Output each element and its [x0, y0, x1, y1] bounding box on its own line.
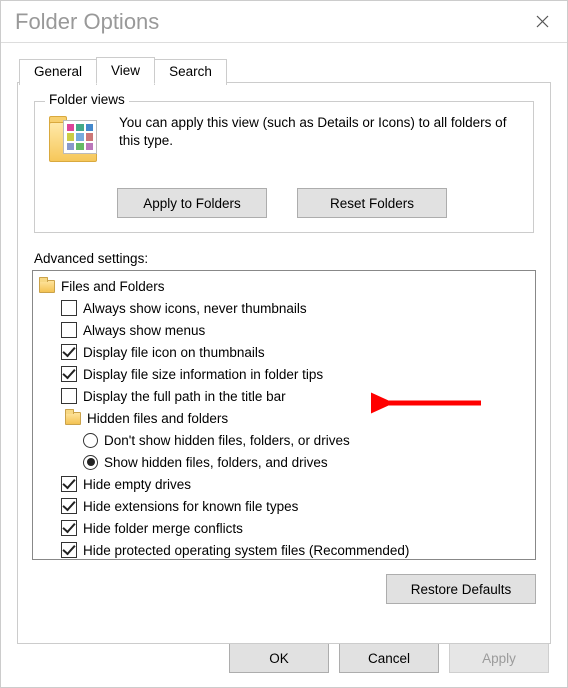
tree-group-label: Hidden files and folders	[87, 411, 228, 426]
checkbox-icon[interactable]	[61, 344, 77, 360]
checkbox-icon[interactable]	[61, 520, 77, 536]
option-display-full-path-in-title-bar[interactable]: Display the full path in the title bar	[35, 385, 533, 407]
checkbox-icon[interactable]	[61, 476, 77, 492]
option-label: Hide protected operating system files (R…	[83, 543, 409, 558]
folder-icon	[65, 412, 81, 425]
option-always-show-icons[interactable]: Always show icons, never thumbnails	[35, 297, 533, 319]
cancel-button[interactable]: Cancel	[339, 643, 439, 673]
checkbox-icon[interactable]	[61, 388, 77, 404]
folder-icon	[39, 280, 55, 293]
titlebar: Folder Options	[1, 1, 567, 43]
radio-icon[interactable]	[83, 433, 98, 448]
checkbox-icon[interactable]	[61, 498, 77, 514]
close-icon	[536, 15, 549, 28]
folder-views-group: Folder views You can apply this view (su…	[34, 101, 534, 233]
option-hide-protected-os-files[interactable]: Hide protected operating system files (R…	[35, 539, 533, 560]
option-label: Display file icon on thumbnails	[83, 345, 265, 360]
folder-views-description: You can apply this view (such as Details…	[119, 114, 521, 178]
tab-panel-view: Folder views You can apply this view (su…	[17, 82, 551, 644]
option-display-file-icon-on-thumbnails[interactable]: Display file icon on thumbnails	[35, 341, 533, 363]
apply-button[interactable]: Apply	[449, 643, 549, 673]
option-label: Don't show hidden files, folders, or dri…	[104, 433, 350, 448]
restore-defaults-button[interactable]: Restore Defaults	[386, 574, 536, 604]
option-label: Hide extensions for known file types	[83, 499, 298, 514]
folder-views-legend: Folder views	[45, 92, 129, 107]
close-button[interactable]	[517, 1, 567, 43]
ok-button[interactable]: OK	[229, 643, 329, 673]
option-display-file-size-info[interactable]: Display file size information in folder …	[35, 363, 533, 385]
option-label: Display file size information in folder …	[83, 367, 323, 382]
tree-group-files-and-folders: Files and Folders	[35, 275, 533, 297]
option-label: Hide empty drives	[83, 477, 191, 492]
option-show-hidden[interactable]: Show hidden files, folders, and drives	[35, 451, 533, 473]
reset-folders-button[interactable]: Reset Folders	[297, 188, 447, 218]
dialog-buttons: OK Cancel Apply	[229, 643, 549, 673]
advanced-settings-label: Advanced settings:	[34, 251, 536, 266]
apply-to-folders-button[interactable]: Apply to Folders	[117, 188, 267, 218]
option-label: Always show menus	[83, 323, 205, 338]
tree-group-label: Files and Folders	[61, 279, 165, 294]
tab-view[interactable]: View	[96, 57, 155, 84]
option-hide-extensions[interactable]: Hide extensions for known file types	[35, 495, 533, 517]
folder-views-icon	[49, 116, 107, 174]
tab-search[interactable]: Search	[154, 59, 227, 85]
option-label: Hide folder merge conflicts	[83, 521, 243, 536]
option-label: Show hidden files, folders, and drives	[104, 455, 328, 470]
tab-general[interactable]: General	[19, 59, 97, 85]
option-dont-show-hidden[interactable]: Don't show hidden files, folders, or dri…	[35, 429, 533, 451]
checkbox-icon[interactable]	[61, 322, 77, 338]
option-hide-empty-drives[interactable]: Hide empty drives	[35, 473, 533, 495]
checkbox-icon[interactable]	[61, 366, 77, 382]
option-label: Display the full path in the title bar	[83, 389, 286, 404]
option-label: Always show icons, never thumbnails	[83, 301, 307, 316]
window-title: Folder Options	[15, 9, 159, 35]
checkbox-icon[interactable]	[61, 542, 77, 558]
radio-icon[interactable]	[83, 455, 98, 470]
option-hide-folder-merge-conflicts[interactable]: Hide folder merge conflicts	[35, 517, 533, 539]
checkbox-icon[interactable]	[61, 300, 77, 316]
tree-group-hidden-files: Hidden files and folders	[35, 407, 533, 429]
tab-strip: General View Search	[19, 57, 567, 83]
option-always-show-menus[interactable]: Always show menus	[35, 319, 533, 341]
advanced-settings-tree[interactable]: Files and Folders Always show icons, nev…	[32, 270, 536, 560]
